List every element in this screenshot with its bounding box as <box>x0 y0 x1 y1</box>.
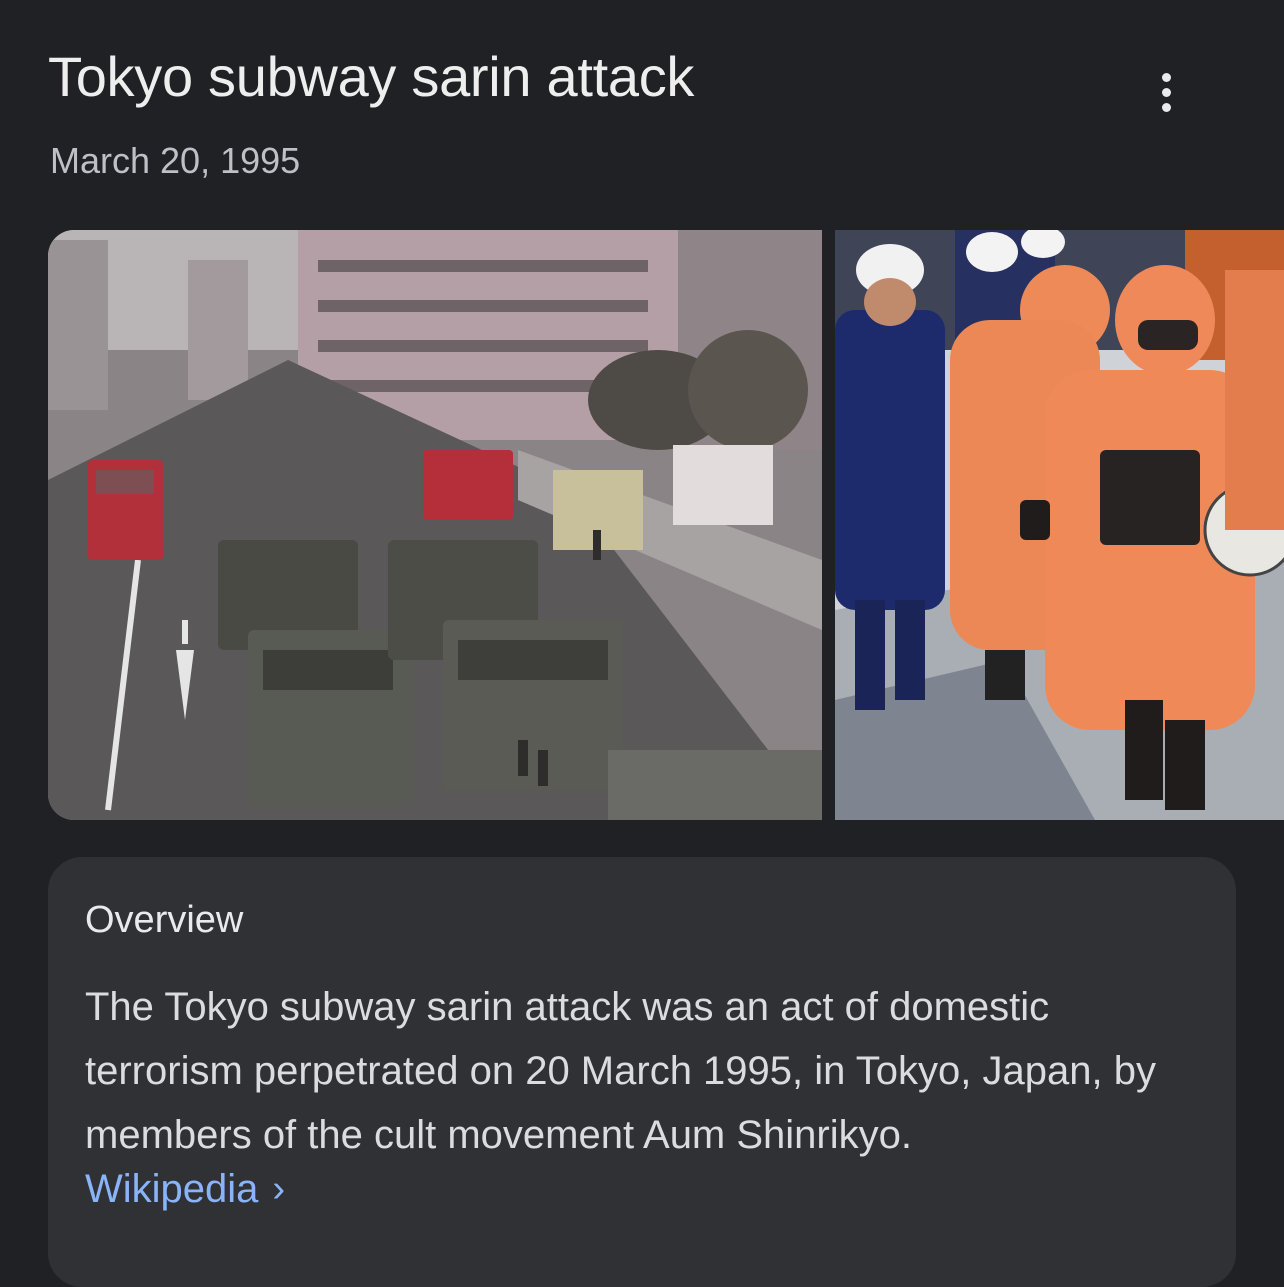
more-options-button[interactable] <box>1146 68 1186 116</box>
event-date: March 20, 1995 <box>50 140 301 181</box>
result-header: Tokyo subway sarin attack March 20, 1995 <box>48 40 1224 190</box>
street-photo[interactable] <box>48 230 822 820</box>
hazmat-photo[interactable] <box>835 230 1284 820</box>
overview-heading: Overview <box>85 899 244 941</box>
wikipedia-link[interactable]: Wikipedia › <box>85 1167 285 1212</box>
image-carousel[interactable] <box>48 230 1284 822</box>
page-title: Tokyo subway sarin attack <box>48 45 695 108</box>
chevron-right-icon: › <box>272 1168 286 1210</box>
overview-description: The Tokyo subway sarin attack was an act… <box>85 985 1156 1157</box>
wikipedia-link-label: Wikipedia <box>85 1167 259 1211</box>
overview-card: Overview The Tokyo subway sarin attack w… <box>48 857 1236 1287</box>
more-vert-icon <box>1161 72 1171 82</box>
